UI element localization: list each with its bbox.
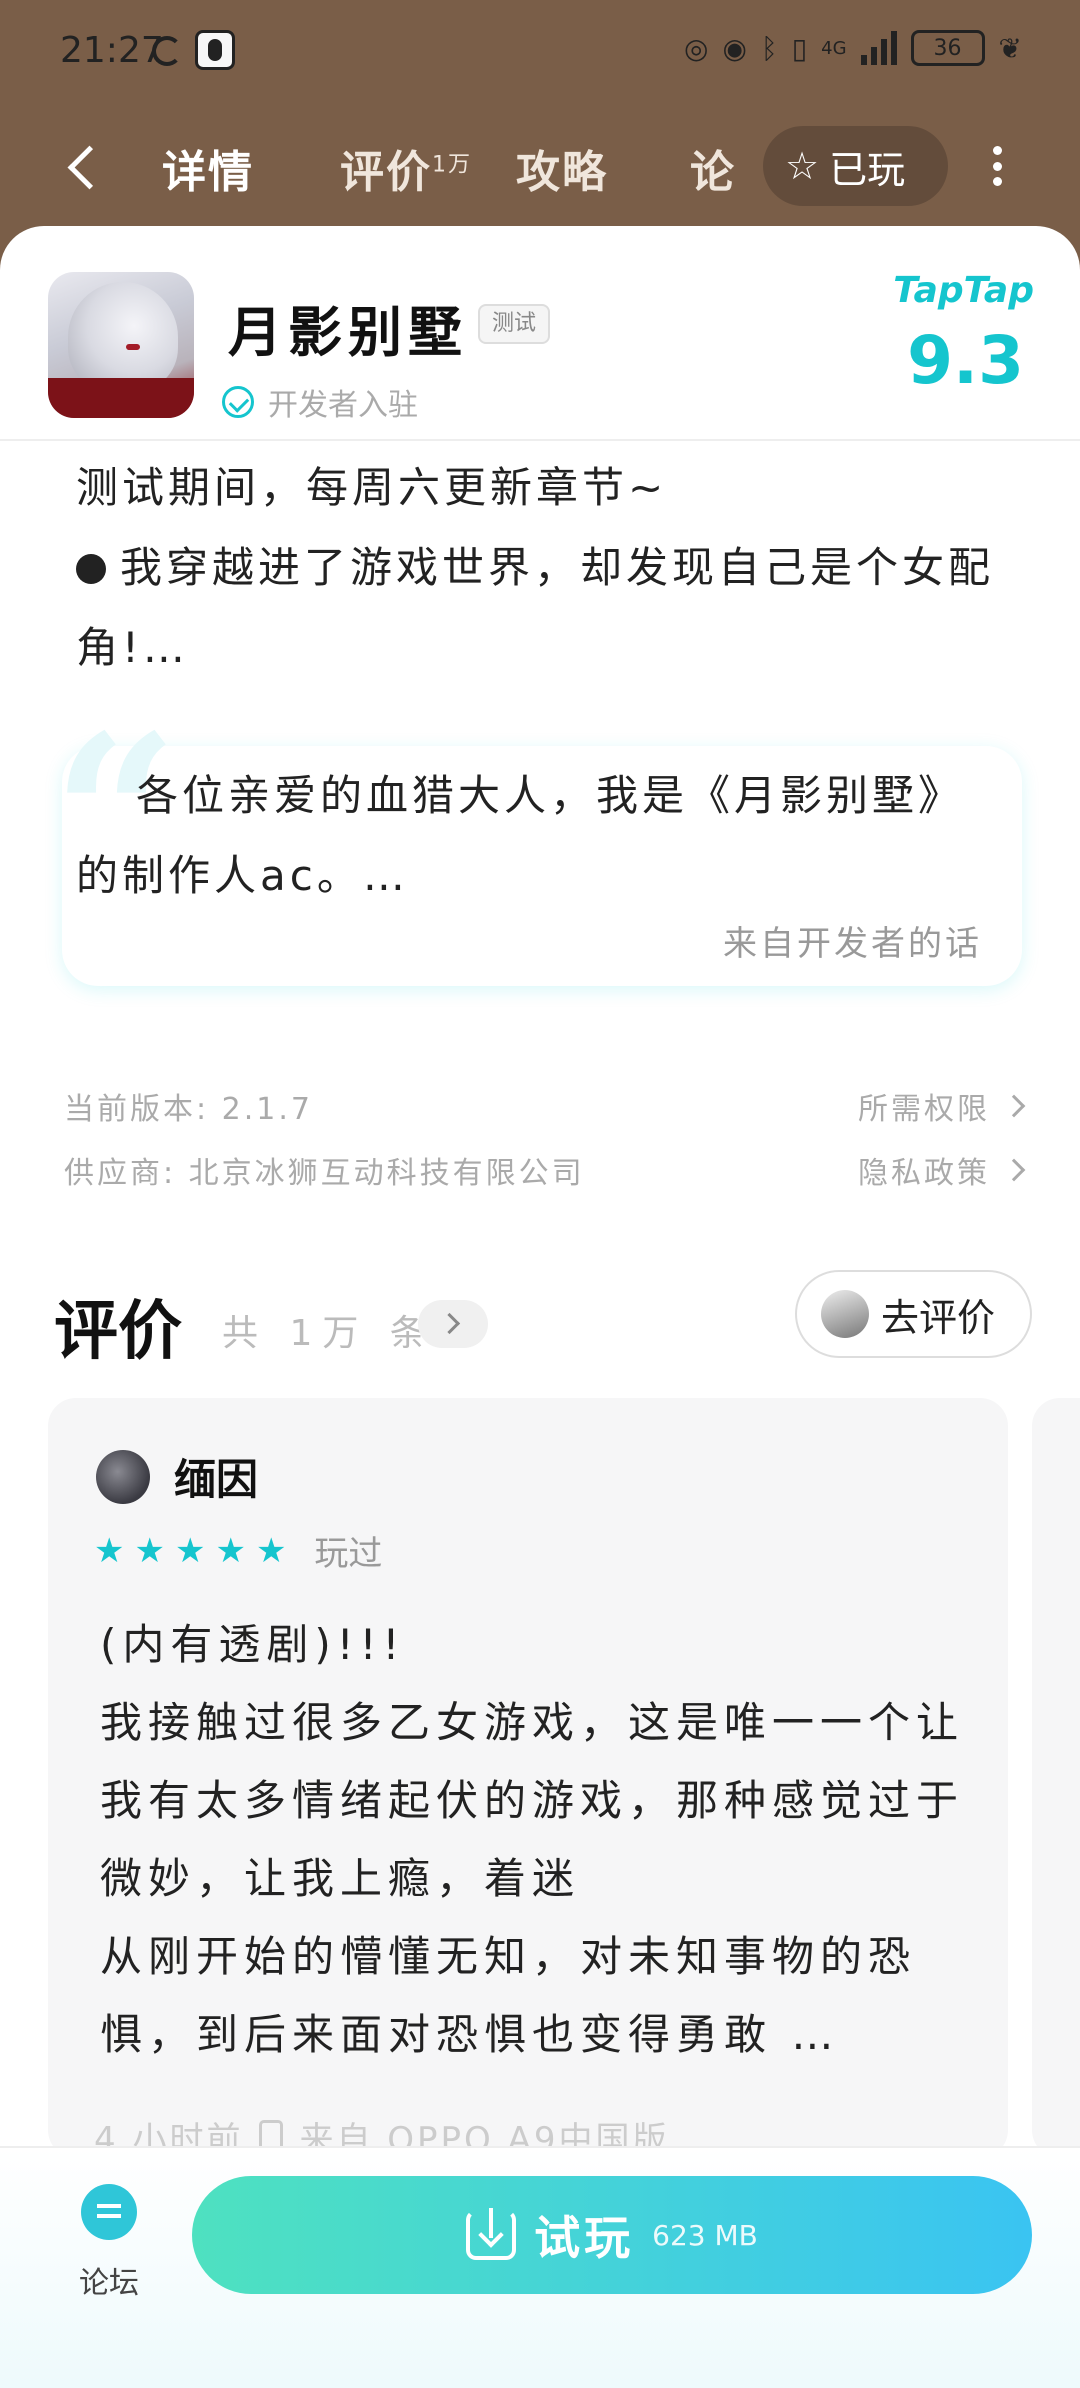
sync-icon [152,36,182,66]
more-icon[interactable] [990,146,1004,186]
review-card[interactable]: 缅因 ★ ★ ★ ★ ★ 玩过 (内有透剧)!!! 我接触过很多乙女游戏，这是唯… [48,1398,1008,2160]
tab-guides[interactable]: 攻略 [516,136,608,200]
play-button[interactable]: 试玩 623 MB [192,2176,1032,2294]
app-icon [48,272,194,418]
review-body: (内有透剧)!!! 我接触过很多乙女游戏，这是唯一一个让我有太多情绪起伏的游戏，… [100,1606,970,2074]
bottom-bar: 论坛 试玩 623 MB [0,2146,1080,2388]
played-button[interactable]: ☆ 已玩 [763,126,948,206]
tab-reviews-label: 评价 [340,147,432,198]
write-review-button[interactable]: 去评价 [795,1270,1032,1358]
avatar [96,1449,150,1504]
star-icon: ★ [255,1530,287,1571]
eye-icon: ◉ [722,31,747,65]
forum-button[interactable]: 论坛 [66,2184,152,2302]
review-author[interactable]: 缅因 [96,1446,258,1507]
bluetooth-icon: ᛒ [760,31,778,65]
network-type: 4G [821,37,847,59]
vendor: 供应商: 北京冰狮互动科技有限公司 [64,1156,585,1191]
privacy-label: 隐私政策 [858,1156,990,1191]
developer-verified[interactable]: 开发者入驻 [222,380,418,424]
verified-label: 开发者入驻 [268,388,418,423]
current-version: 当前版本: 2.1.7 [64,1092,313,1127]
tab-reviews[interactable]: 评价1万 [340,136,472,200]
star-icon: ★ [215,1530,246,1571]
signal-icon [860,31,897,65]
chevron-right-icon [1002,1158,1026,1182]
permissions-label: 所需权限 [858,1092,990,1127]
download-icon [466,2208,517,2260]
review-line: (内有透剧)!!! [100,1620,406,1669]
developer-note-card[interactable]: “ 各位亲爱的血猎大人，我是《月影别墅》的制作人ac。… 来自开发者的话 [52,706,1022,986]
privacy-link[interactable]: 隐私政策 [858,1148,1026,1192]
user-avatar [821,1290,869,1338]
vibrate-icon: ▯ [791,31,808,65]
status-icons: ◎ ◉ ᛒ ▯ 4G 36 ❦ [684,30,1022,66]
chat-bubble-icon [81,2184,151,2246]
battery-icon: 36 [910,30,985,66]
permissions-link[interactable]: 所需权限 [858,1084,1026,1128]
description-line-2: 我穿越进了游戏世界，却发现自己是个女配角!… [76,543,995,672]
review-line: 我接触过很多乙女游戏，这是唯一一个让我有太多情绪起伏的游戏，那种感觉过于微妙，让… [100,1698,965,1903]
developer-note-text: 各位亲爱的血猎大人，我是《月影别墅》的制作人ac。… [76,771,965,900]
taptap-logo: TapTap [893,270,1034,311]
tab-details[interactable]: 详情 [162,136,254,200]
played-status: 玩过 [314,1534,383,1574]
battery-level: 36 [933,35,962,61]
app-header: 月影别墅 测试 开发者入驻 TapTap 9.3 [0,226,1080,441]
write-review-label: 去评价 [881,1295,996,1340]
reviews-count: 共 1万 条 [222,1313,436,1354]
next-review-card[interactable] [1032,1398,1080,2158]
reviews-more-icon[interactable] [418,1300,488,1348]
star-icon: ★ [134,1530,165,1571]
rating-score: 9.3 [907,322,1024,399]
download-size: 623 MB [652,2218,758,2252]
check-circle-icon [222,386,254,418]
description-line-1: 测试期间，每周六更新章节~ [76,463,668,512]
top-nav: 详情 评价1万 攻略 论 ☆ 已玩 [0,110,1080,230]
chevron-right-icon [1002,1094,1026,1118]
bullet-icon [76,554,106,584]
review-stars: ★ ★ ★ ★ ★ 玩过 [94,1526,382,1575]
forum-label: 论坛 [79,2266,139,2301]
leaf-icon: ❦ [998,31,1022,65]
status-time: 21:27 [60,30,164,71]
star-outline-icon: ☆ [785,144,820,188]
reviews-title: 评价 [54,1295,182,1369]
tab-reviews-badge: 1万 [432,152,472,178]
star-icon: ★ [174,1530,206,1571]
review-line: 从刚开始的懵懂无知，对未知事物的恐惧，到后来面对恐惧也变得勇敢 … [100,1932,917,2059]
back-icon[interactable] [60,138,120,198]
status-bar: 21:27 ◎ ◉ ᛒ ▯ 4G 36 ❦ [0,0,1080,110]
nfc-icon: ◎ [684,31,709,65]
detail-sheet: 月影别墅 测试 开发者入驻 TapTap 9.3 测试期间，每周六更新章节~ 我… [0,226,1080,2388]
star-icon: ★ [94,1530,125,1571]
play-label: 试玩 [534,2211,635,2265]
played-label: 已玩 [829,147,906,192]
qq-icon [195,30,235,70]
game-description[interactable]: 测试期间，每周六更新章节~ 我穿越进了游戏世界，却发现自己是个女配角!… [76,448,1006,688]
developer-note-source: 来自开发者的话 [723,924,982,964]
app-title: 月影别墅 [228,301,468,364]
tab-forum[interactable]: 论 [690,136,736,200]
test-tag: 测试 [478,304,551,344]
author-name: 缅因 [174,1455,259,1504]
